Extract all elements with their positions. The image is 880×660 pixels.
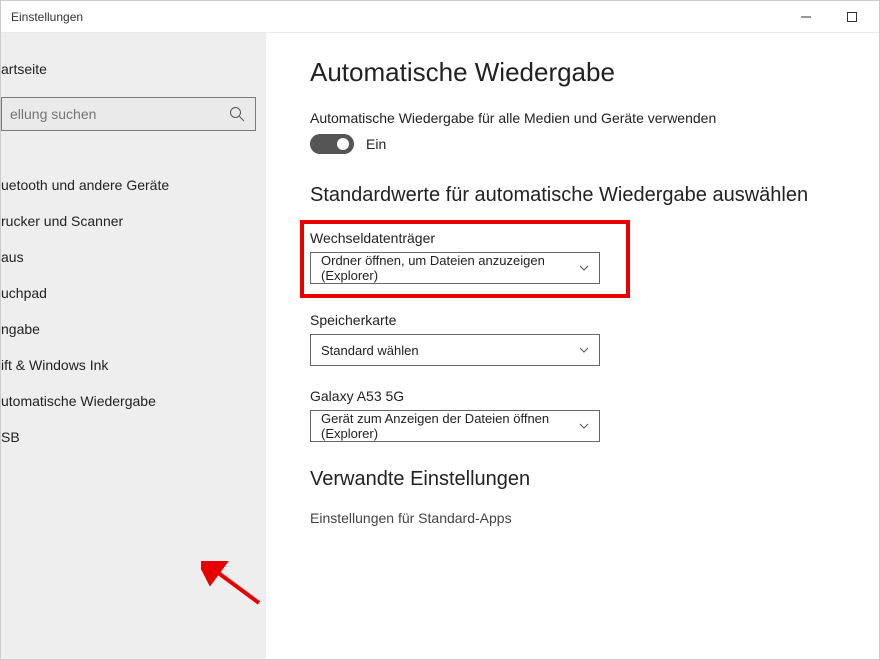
autoplay-toggle-label: Ein	[366, 136, 386, 152]
search-icon	[229, 106, 245, 122]
content-pane: Automatische Wiedergabe Automatische Wie…	[266, 33, 879, 659]
minimize-button[interactable]	[783, 1, 829, 33]
sidebar-nav: uetooth und andere Geräte rucker und Sca…	[1, 167, 266, 455]
window-title: Einstellungen	[11, 10, 83, 24]
sidebar-item-autoplay[interactable]: utomatische Wiedergabe	[1, 383, 266, 419]
sidebar-home[interactable]: artseite	[1, 51, 266, 87]
defaults-section-title: Standardwerte für automatische Wiedergab…	[310, 182, 843, 208]
setting-label: Wechseldatenträger	[310, 230, 616, 246]
page-title: Automatische Wiedergabe	[310, 57, 843, 88]
settings-window: Einstellungen artseite uetooth und ander…	[0, 0, 880, 660]
toggle-description: Automatische Wiedergabe für alle Medien …	[310, 110, 843, 126]
sidebar-item-pen[interactable]: ift & Windows Ink	[1, 347, 266, 383]
toggle-knob	[337, 138, 349, 150]
sidebar-item-usb[interactable]: SB	[1, 419, 266, 455]
chevron-down-icon	[579, 419, 589, 434]
autoplay-toggle[interactable]	[310, 134, 354, 154]
window-body: artseite uetooth und andere Geräte rucke…	[1, 33, 879, 659]
sidebar-item-typing[interactable]: ngabe	[1, 311, 266, 347]
setting-galaxy: Galaxy A53 5G Gerät zum Anzeigen der Dat…	[310, 388, 843, 442]
sidebar-item-mouse[interactable]: aus	[1, 239, 266, 275]
annotation-highlight: Wechseldatenträger Ordner öffnen, um Dat…	[300, 220, 630, 298]
sidebar: artseite uetooth und andere Geräte rucke…	[1, 33, 266, 659]
chevron-down-icon	[579, 343, 589, 358]
related-link[interactable]: Einstellungen für Standard-Apps	[310, 510, 843, 526]
sidebar-item-touchpad[interactable]: uchpad	[1, 275, 266, 311]
maximize-button[interactable]	[829, 1, 875, 33]
galaxy-dropdown[interactable]: Gerät zum Anzeigen der Dateien öffnen (E…	[310, 410, 600, 442]
removable-drive-dropdown[interactable]: Ordner öffnen, um Dateien anzuzeigen (Ex…	[310, 252, 600, 284]
dropdown-value: Ordner öffnen, um Dateien anzuzeigen (Ex…	[321, 253, 579, 283]
search-field[interactable]	[1, 97, 256, 131]
setting-label: Speicherkarte	[310, 312, 843, 328]
window-controls	[783, 1, 875, 33]
setting-memory-card: Speicherkarte Standard wählen	[310, 312, 843, 366]
memory-card-dropdown[interactable]: Standard wählen	[310, 334, 600, 366]
setting-label: Galaxy A53 5G	[310, 388, 843, 404]
annotation-arrow	[201, 561, 266, 611]
related-title: Verwandte Einstellungen	[310, 466, 843, 492]
sidebar-item-printers[interactable]: rucker und Scanner	[1, 203, 266, 239]
setting-removable-drive: Wechseldatenträger Ordner öffnen, um Dat…	[310, 230, 616, 284]
title-bar: Einstellungen	[1, 1, 879, 33]
autoplay-toggle-row: Ein	[310, 134, 843, 154]
search-input[interactable]	[10, 106, 229, 122]
related-settings: Verwandte Einstellungen Einstellungen fü…	[310, 466, 843, 526]
chevron-down-icon	[579, 261, 589, 276]
sidebar-item-bluetooth[interactable]: uetooth und andere Geräte	[1, 167, 266, 203]
dropdown-value: Gerät zum Anzeigen der Dateien öffnen (E…	[321, 411, 579, 441]
dropdown-value: Standard wählen	[321, 343, 419, 358]
